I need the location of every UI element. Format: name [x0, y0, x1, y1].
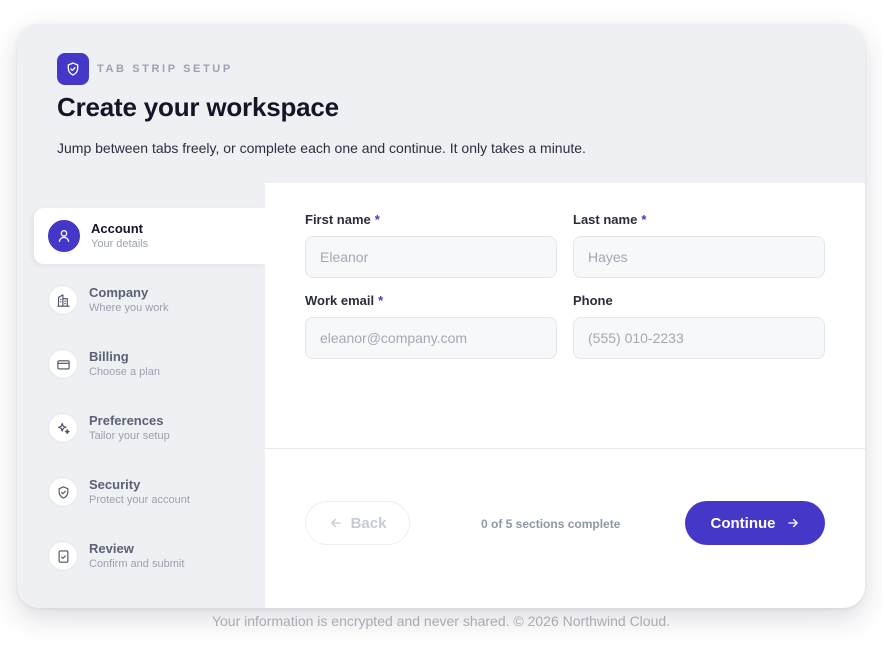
tab-strip: Account Your details Company Where you w… [34, 208, 265, 592]
form-panel: First name* Last name* Work email* Phone… [265, 183, 865, 608]
continue-button-label: Continue [710, 514, 776, 532]
first-name-label: First name * [305, 212, 557, 230]
tab-label: Preferences [89, 413, 164, 428]
progress-status: 0 of 5 sections complete [481, 517, 621, 531]
phone-label: Phone [573, 293, 825, 311]
tab-account[interactable]: Account Your details [34, 208, 265, 264]
tab-billing[interactable]: Billing Choose a plan [34, 336, 265, 392]
work-email-label-text: Work email [305, 293, 375, 308]
phone-label-text: Phone [573, 293, 613, 308]
eyebrow-row: TAB STRIP SETUP [57, 53, 825, 85]
tab-sublabel: Where you work [89, 302, 169, 314]
last-name-label-text: Last name [573, 212, 638, 227]
arrow-right-icon [787, 518, 798, 528]
footer-note: Your information is encrypted and never … [211, 613, 671, 629]
back-button-label: Back [350, 514, 387, 532]
continue-button[interactable]: Continue [685, 501, 825, 545]
last-name-label: Last name * [573, 212, 825, 230]
tab-preferences[interactable]: Preferences Tailor your setup [34, 400, 265, 456]
divider [265, 448, 865, 449]
tab-security[interactable]: Security Protect your account [34, 464, 265, 520]
tab-company[interactable]: Company Where you work [34, 272, 265, 328]
tab-label: Company [89, 285, 149, 300]
tab-label: Security [89, 477, 141, 492]
work-email-field-group: Work email * [305, 293, 557, 359]
phone-input[interactable] [573, 317, 825, 359]
last-name-input[interactable] [573, 236, 825, 278]
header: TAB STRIP SETUP Create your workspace Ju… [57, 53, 825, 156]
tab-sublabel: Protect your account [89, 494, 190, 506]
first-name-field-group: First name * [305, 212, 557, 278]
tab-sublabel: Your details [91, 238, 149, 250]
arrow-left-icon [330, 518, 341, 528]
tab-sublabel: Tailor your setup [89, 430, 170, 442]
sparkle-icon [48, 413, 78, 443]
checklist-icon [48, 541, 78, 571]
work-email-input[interactable] [305, 317, 557, 359]
shield-logo-icon [57, 53, 89, 85]
setup-card: TAB STRIP SETUP Create your workspace Ju… [17, 24, 865, 608]
tab-review[interactable]: Review Confirm and submit [34, 528, 265, 584]
user-icon [48, 220, 80, 252]
building-icon [48, 285, 78, 315]
work-email-label: Work email * [305, 293, 557, 311]
page-subtitle: Jump between tabs freely, or complete ea… [57, 140, 586, 156]
required-marker: * [641, 212, 647, 227]
phone-field-group: Phone [573, 293, 825, 359]
tab-label: Review [89, 541, 134, 556]
back-button[interactable]: Back [305, 501, 410, 545]
last-name-field-group: Last name * [573, 212, 825, 278]
first-name-input[interactable] [305, 236, 557, 278]
eyebrow-label: TAB STRIP SETUP [97, 63, 233, 75]
tab-label: Billing [89, 349, 129, 364]
page-title: Create your workspace [57, 92, 339, 122]
required-marker: * [374, 212, 380, 227]
tab-sublabel: Choose a plan [89, 366, 160, 378]
first-name-label-text: First name [305, 212, 371, 227]
tab-sublabel: Confirm and submit [89, 558, 185, 570]
shield-icon [48, 477, 78, 507]
required-marker: * [378, 293, 384, 308]
tab-label: Account [91, 221, 143, 236]
credit-card-icon [48, 349, 78, 379]
